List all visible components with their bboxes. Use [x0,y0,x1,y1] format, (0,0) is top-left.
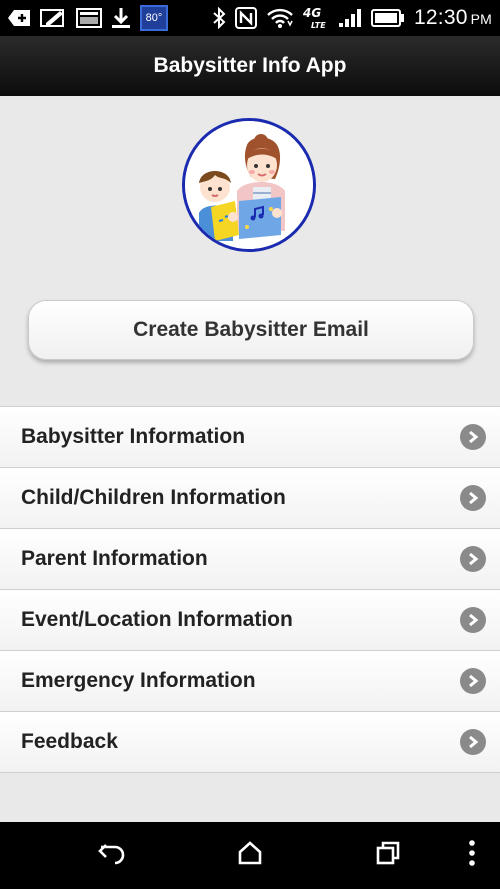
nfc-icon [235,7,258,29]
menu-item-label: Parent Information [21,547,208,570]
clock-time: 12:30 [414,6,468,29]
status-clock: 12:30 PM [414,6,492,30]
notes-icon [40,8,68,28]
system-nav-bar [0,822,500,889]
recents-button[interactable] [358,822,418,889]
home-button[interactable] [220,822,280,889]
menu-item-child-children-information[interactable]: Child/Children Information [0,468,500,529]
overflow-menu-icon [468,840,476,871]
main-content: Create Babysitter Email Babysitter Infor… [0,96,500,822]
recents-icon [376,841,400,870]
chevron-right-icon [460,424,486,450]
svg-text:4G: 4G [303,6,321,20]
babysitter-illustration [182,118,316,252]
menu-item-feedback[interactable]: Feedback [0,712,500,773]
info-menu: Babysitter Information Child/Children In… [0,406,500,773]
back-button[interactable] [82,822,142,889]
app-title: Babysitter Info App [153,54,347,77]
lte-icon: 4G LTE [303,6,329,30]
chevron-right-icon [460,546,486,572]
clock-ampm: PM [470,11,492,27]
chevron-right-icon [460,485,486,511]
overflow-menu-button[interactable] [442,822,500,889]
create-babysitter-email-button[interactable]: Create Babysitter Email [28,300,474,360]
download-icon [110,7,132,29]
chevron-right-icon [460,729,486,755]
image-icon [76,8,102,28]
menu-item-label: Feedback [21,730,118,753]
home-icon [238,841,262,870]
back-icon [98,841,126,870]
menu-item-label: Emergency Information [21,669,256,692]
bluetooth-icon [212,7,226,29]
battery-icon [371,9,405,27]
menu-item-label: Event/Location Information [21,608,293,631]
status-bar: 80° 4G LTE 12:30 PM [0,0,500,36]
signal-icon [338,8,362,28]
svg-text:LTE: LTE [311,21,326,30]
menu-item-label: Child/Children Information [21,486,286,509]
wifi-icon [266,7,294,29]
chevron-right-icon [460,668,486,694]
menu-item-babysitter-information[interactable]: Babysitter Information [0,407,500,468]
add-icon [8,8,32,28]
menu-item-label: Babysitter Information [21,425,246,448]
menu-item-parent-information[interactable]: Parent Information [0,529,500,590]
chevron-right-icon [460,607,486,633]
menu-item-emergency-information[interactable]: Emergency Information [0,651,500,712]
menu-item-event-location-information[interactable]: Event/Location Information [0,590,500,651]
action-bar: Babysitter Info App [0,36,500,97]
temperature-badge: 80° [140,5,168,31]
